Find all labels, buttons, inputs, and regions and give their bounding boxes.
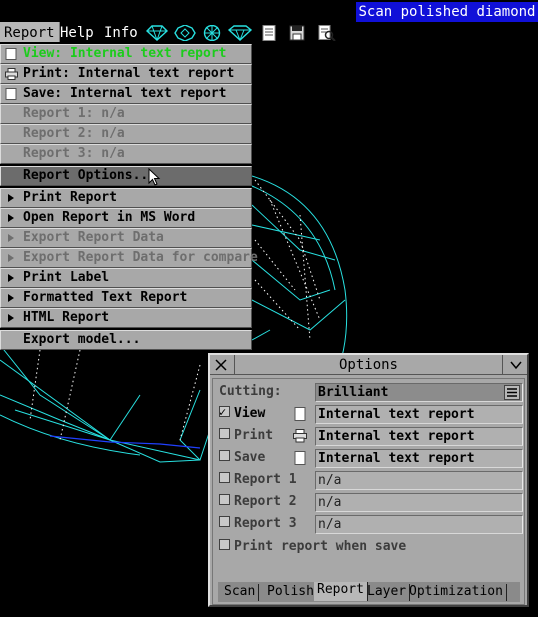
menu-item-formatted-report[interactable]: Formatted Text Report [0, 288, 252, 308]
print-when-save-check[interactable] [219, 539, 230, 550]
tab-scan[interactable]: Scan [221, 584, 260, 601]
tab-report[interactable]: Report [314, 582, 368, 601]
printer-icon [293, 429, 307, 443]
report3-label: Report 3 [234, 516, 297, 531]
save-checkbox[interactable]: Save [219, 448, 265, 468]
save-label: Save [234, 450, 266, 465]
submenu-arrow-icon [8, 194, 14, 202]
tab-optimization[interactable]: Optimization [406, 584, 507, 601]
document-icon [294, 407, 306, 421]
diamond-top-icon[interactable] [174, 25, 196, 41]
report2-check[interactable] [219, 494, 230, 505]
menu-item-save-label: Save: Internal text report [23, 86, 227, 101]
report2-field[interactable]: n/a [315, 493, 523, 512]
menu-item-export-compare-label: Export Report Data for compare [23, 250, 258, 265]
view-label: View [234, 406, 266, 421]
printer-icon [5, 68, 18, 80]
options-title: Options [234, 355, 503, 375]
menu-item-open-word-label: Open Report in MS Word [23, 210, 196, 225]
tab-layer[interactable]: Layer [364, 584, 411, 601]
menu-item-html-report[interactable]: HTML Report [0, 308, 252, 328]
submenu-arrow-icon [8, 254, 14, 262]
menu-item-print-label[interactable]: Print Label [0, 268, 252, 288]
menu-info[interactable]: Info [100, 22, 142, 44]
report3-field[interactable]: n/a [315, 515, 523, 534]
menu-item-print-label-label: Print Label [23, 270, 110, 285]
diamond-side-icon[interactable] [145, 25, 169, 41]
menu-item-open-word[interactable]: Open Report in MS Word [0, 208, 252, 228]
list-menu-icon[interactable] [504, 385, 520, 400]
view-check[interactable] [219, 402, 230, 422]
report2-label: Report 2 [234, 494, 297, 509]
options-tabs: Scan Polish Report Layer Optimization [218, 582, 520, 602]
cutting-select[interactable]: Brilliant [315, 383, 523, 402]
options-titlebar[interactable]: Options [210, 355, 527, 375]
cutting-label: Cutting: [219, 384, 282, 399]
menu-item-view[interactable]: View: Internal text report [0, 44, 252, 64]
menu-item-formatted-report-label: Formatted Text Report [23, 290, 188, 305]
print-check[interactable] [219, 428, 230, 439]
report3-check[interactable] [219, 516, 230, 527]
document-icon [294, 451, 306, 465]
submenu-arrow-icon [8, 314, 14, 322]
menu-item-report-options[interactable]: Report Options... [0, 166, 252, 186]
options-window: Options Cutting: Brilliant View Internal… [208, 353, 529, 607]
menu-item-view-label: View: Internal text report [23, 46, 227, 61]
document-icon [5, 88, 17, 100]
view-checkbox[interactable]: View [219, 402, 266, 424]
report1-label: Report 1 [234, 472, 297, 487]
print-field[interactable]: Internal text report [315, 427, 523, 446]
menu-item-export-model[interactable]: Export model... [0, 330, 252, 350]
window-title: Scan polished diamond [356, 2, 538, 22]
submenu-arrow-icon [8, 294, 14, 302]
title-bar: Scan polished diamond [0, 0, 538, 22]
save-field[interactable]: Internal text report [315, 449, 523, 468]
report2-checkbox[interactable]: Report 2 [219, 492, 297, 512]
menu-item-print-label: Print: Internal text report [23, 66, 235, 81]
save-icon[interactable] [289, 25, 305, 41]
menu-item-print-report-label: Print Report [23, 190, 117, 205]
menu-item-export-compare[interactable]: Export Report Data for compare [0, 248, 258, 268]
menu-item-save[interactable]: Save: Internal text report [0, 84, 252, 104]
menu-item-report3[interactable]: Report 3: n/a [0, 144, 252, 164]
print-checkbox[interactable]: Print [219, 426, 273, 446]
report1-checkbox[interactable]: Report 1 [219, 470, 297, 490]
menu-report[interactable]: Report [0, 22, 60, 44]
close-icon[interactable] [212, 357, 230, 373]
document-icon[interactable] [262, 25, 276, 41]
print-when-save-checkbox[interactable]: Print report when save [219, 537, 406, 557]
menubar: Report Help Info [0, 22, 538, 44]
menu-item-html-report-label: HTML Report [23, 310, 110, 325]
submenu-arrow-icon [8, 234, 14, 242]
mouse-cursor-icon [148, 168, 161, 186]
report-menu: View: Internal text report Print: Intern… [0, 42, 258, 350]
report1-check[interactable] [219, 472, 230, 483]
menu-item-report2[interactable]: Report 2: n/a [0, 124, 252, 144]
document-icon [5, 48, 17, 60]
print-when-save-label: Print report when save [234, 539, 407, 554]
gem-icon[interactable] [228, 25, 252, 41]
chevron-down-icon[interactable] [507, 357, 525, 373]
menu-item-print[interactable]: Print: Internal text report [0, 64, 252, 84]
print-label: Print [234, 428, 274, 443]
menu-item-export-data-label: Export Report Data [23, 230, 164, 245]
report1-field[interactable]: n/a [315, 471, 523, 490]
save-check[interactable] [219, 450, 230, 461]
print-preview-icon[interactable] [318, 25, 336, 41]
menu-item-print-report[interactable]: Print Report [0, 188, 252, 208]
submenu-arrow-icon [8, 214, 14, 222]
submenu-arrow-icon [8, 274, 14, 282]
diamond-facet-icon[interactable] [201, 25, 223, 41]
menu-help[interactable]: Help [56, 22, 98, 44]
view-field[interactable]: Internal text report [315, 405, 523, 424]
tab-polish[interactable]: Polish [264, 584, 318, 601]
options-body: Cutting: Brilliant View Internal text re… [212, 378, 525, 605]
report3-checkbox[interactable]: Report 3 [219, 514, 297, 534]
menu-item-export-data[interactable]: Export Report Data [0, 228, 252, 248]
menu-item-report1[interactable]: Report 1: n/a [0, 104, 252, 124]
cutting-value: Brilliant [318, 385, 389, 400]
